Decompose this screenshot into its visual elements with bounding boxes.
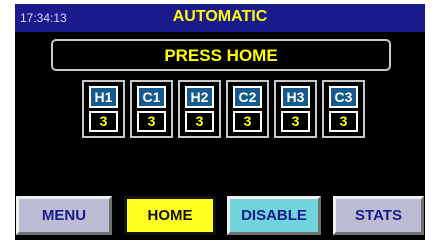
station-count: 3 <box>281 111 310 132</box>
station-count: 3 <box>233 111 262 132</box>
disable-button[interactable]: DISABLE <box>227 196 321 235</box>
station-name: H1 <box>89 86 118 108</box>
station-tile-h3: H3 3 <box>274 80 317 138</box>
station-name: H3 <box>281 86 310 108</box>
station-count: 3 <box>137 111 166 132</box>
station-name: C2 <box>233 86 262 108</box>
mode-title: AUTOMATIC <box>172 8 268 25</box>
station-count: 3 <box>89 111 118 132</box>
hmi-frame: 17:34:13 AUTOMATIC PRESS HOME H1 3 C1 3 … <box>0 0 440 241</box>
station-tile-c3: C3 3 <box>322 80 365 138</box>
station-tile-h1: H1 3 <box>82 80 125 138</box>
message-text: PRESS HOME <box>164 46 278 65</box>
header-bar: 17:34:13 AUTOMATIC <box>15 4 425 32</box>
message-box: PRESS HOME <box>51 39 391 71</box>
station-name: C3 <box>329 86 358 108</box>
menu-button[interactable]: MENU <box>16 196 112 235</box>
station-count: 3 <box>185 111 214 132</box>
station-tile-c2: C2 3 <box>226 80 269 138</box>
home-button[interactable]: HOME <box>124 196 216 235</box>
stats-button[interactable]: STATS <box>333 196 424 235</box>
station-count: 3 <box>329 111 358 132</box>
station-tile-h2: H2 3 <box>178 80 221 138</box>
station-name: C1 <box>137 86 166 108</box>
station-tile-c1: C1 3 <box>130 80 173 138</box>
station-name: H2 <box>185 86 214 108</box>
